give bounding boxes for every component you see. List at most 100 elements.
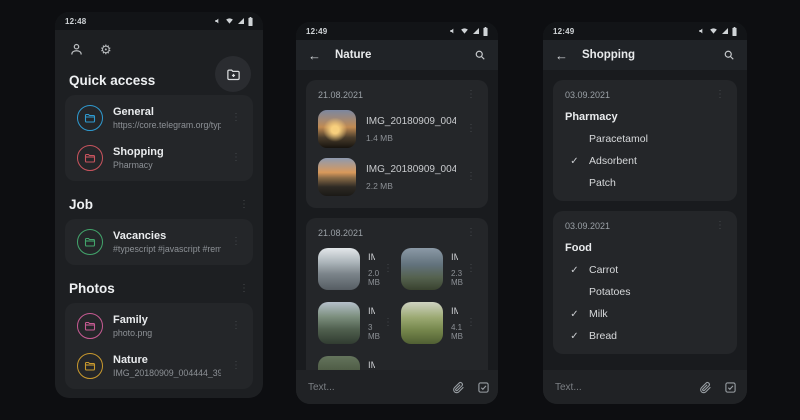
sound-icon — [450, 28, 454, 34]
section-header-photos: Photos ⋮ — [55, 281, 263, 296]
status-bar: 12:49 — [543, 22, 747, 40]
vertical-ellipsis-icon[interactable]: ⋮ — [466, 264, 476, 274]
thumbnail-bridge — [318, 248, 360, 290]
paperclip-icon[interactable] — [699, 381, 712, 394]
status-icons — [698, 26, 737, 36]
vertical-ellipsis-icon[interactable]: ⋮ — [383, 264, 393, 274]
folder-icon — [77, 229, 103, 255]
folder-row-general[interactable]: General https://core.telegram.org/type/W… — [65, 98, 253, 138]
app-bar: ← Nature — [296, 40, 498, 70]
checklist-item[interactable]: ✓ Carrot — [565, 264, 725, 276]
date-group-card: 21.08.2021 ⋮ IMG_20180909_004444_39... 1… — [306, 80, 488, 208]
status-bar: 12:49 — [296, 22, 498, 40]
file-name: IMG_20180909_004636_57... — [366, 163, 456, 175]
search-icon[interactable] — [723, 49, 735, 61]
vertical-ellipsis-icon[interactable]: ⋮ — [466, 172, 476, 182]
vertical-ellipsis-icon[interactable]: ⋮ — [239, 283, 249, 294]
text-input[interactable] — [555, 381, 687, 393]
quick-access-card: General https://core.telegram.org/type/W… — [65, 95, 253, 181]
file-row[interactable]: IMG_20180909_004636_57... 2.2 MB ⋮ — [318, 158, 476, 196]
folder-subtitle: Pharmacy — [113, 160, 153, 170]
checklist-label: Bread — [589, 330, 618, 342]
file-cell[interactable]: IMG_... 4.1 MB ⋮ — [401, 302, 476, 344]
vertical-ellipsis-icon[interactable]: ⋮ — [231, 237, 241, 247]
section-title: Photos — [69, 281, 115, 296]
cell-signal-icon — [473, 28, 479, 34]
phone-shopping: 12:49 ← Shopping 03.09.2021 ⋮ Pharmacy P… — [543, 22, 747, 404]
vertical-ellipsis-icon[interactable]: ⋮ — [231, 361, 241, 371]
folder-row-family[interactable]: Family photo.png ⋮ — [65, 306, 253, 346]
checklist-item[interactable]: Patch — [565, 177, 725, 189]
folder-name: Family — [113, 314, 148, 326]
vertical-ellipsis-icon[interactable]: ⋮ — [466, 228, 476, 238]
vertical-ellipsis-icon[interactable]: ⋮ — [231, 113, 241, 123]
folder-row-nature[interactable]: Nature IMG_20180909_004444_391.jpg ⋮ — [65, 346, 253, 386]
phone-home: 12:48 ⚙ Quick access ⋮ General — [55, 12, 263, 398]
create-folder-button[interactable] — [215, 56, 251, 92]
file-cell[interactable]: IMG_... 2.0 MB ⋮ — [318, 248, 393, 290]
checklist-item[interactable]: Paracetamol — [565, 133, 725, 145]
file-cell[interactable]: IMG_... 3 MB ⋮ — [318, 302, 393, 344]
note-card-food: 03.09.2021 ⋮ Food ✓ Carrot Potatoes ✓ Mi… — [553, 211, 737, 354]
date-label: 21.08.2021 — [318, 228, 364, 238]
checklist-label: Milk — [589, 308, 608, 320]
vertical-ellipsis-icon[interactable]: ⋮ — [715, 221, 725, 231]
shopping-content: 03.09.2021 ⋮ Pharmacy Paracetamol ✓ Adso… — [543, 70, 747, 404]
status-time: 12:49 — [306, 26, 328, 36]
date-label: 21.08.2021 — [318, 90, 364, 100]
check-icon: ✓ — [570, 264, 579, 276]
file-size: 4.1 MB — [451, 322, 463, 341]
vertical-ellipsis-icon[interactable]: ⋮ — [383, 318, 393, 328]
checklist-item[interactable]: ✓ Bread — [565, 330, 725, 342]
checklist-item[interactable]: Potatoes — [565, 286, 725, 298]
note-title: Food — [565, 242, 592, 254]
file-cell[interactable]: IMG_... 2.3 MB ⋮ — [401, 248, 476, 290]
folder-icon — [77, 313, 103, 339]
checked-square-icon[interactable] — [724, 381, 737, 394]
checklist-item[interactable]: ✓ Milk — [565, 308, 725, 320]
back-icon[interactable]: ← — [308, 48, 321, 63]
page-title: Shopping — [582, 49, 636, 61]
file-name: IMG_... — [368, 251, 375, 263]
back-icon[interactable]: ← — [555, 48, 568, 63]
file-row[interactable]: IMG_20180909_004444_39... 1.4 MB ⋮ — [318, 110, 476, 148]
phone-nature: 12:49 ← Nature 21.08.2021 ⋮ IMG_20180909… — [296, 22, 498, 404]
search-icon[interactable] — [474, 49, 486, 61]
vertical-ellipsis-icon[interactable]: ⋮ — [231, 321, 241, 331]
folder-name: General — [113, 106, 154, 118]
status-icons — [449, 26, 488, 36]
folder-row-vacancies[interactable]: Vacancies #typescript #javascript #remot… — [65, 222, 253, 262]
check-icon: ✓ — [570, 308, 579, 320]
person-icon[interactable] — [69, 42, 84, 57]
photos-card: Family photo.png ⋮ Nature IMG_20180909_0… — [65, 303, 253, 389]
vertical-ellipsis-icon[interactable]: ⋮ — [466, 124, 476, 134]
vertical-ellipsis-icon[interactable]: ⋮ — [239, 199, 249, 210]
text-input[interactable] — [308, 381, 440, 393]
folder-icon — [77, 105, 103, 131]
thumbnail-meadow — [401, 302, 443, 344]
folder-subtitle: https://core.telegram.org/type/WebP... — [113, 120, 221, 130]
checklist-label: Potatoes — [589, 286, 631, 298]
folder-row-shopping[interactable]: Shopping Pharmacy ⋮ — [65, 138, 253, 178]
file-size: 2.3 MB — [451, 268, 463, 287]
gear-icon[interactable]: ⚙ — [100, 43, 112, 56]
paperclip-icon[interactable] — [452, 381, 465, 394]
checklist-item[interactable]: ✓ Adsorbent — [565, 155, 725, 167]
file-size: 1.4 MB — [366, 132, 393, 143]
section-title: Job — [69, 197, 94, 212]
folder-subtitle: IMG_20180909_004444_391.jpg — [113, 368, 221, 378]
checked-square-icon[interactable] — [477, 381, 490, 394]
message-input-bar — [543, 370, 747, 404]
sound-icon — [699, 28, 703, 34]
vertical-ellipsis-icon[interactable]: ⋮ — [466, 90, 476, 100]
status-icons — [214, 16, 253, 26]
vertical-ellipsis-icon[interactable]: ⋮ — [466, 318, 476, 328]
vertical-ellipsis-icon[interactable]: ⋮ — [231, 153, 241, 163]
file-name: IMG_20180909_004444_39... — [366, 115, 456, 127]
file-name: IMG_... — [368, 359, 375, 371]
battery-icon — [248, 16, 253, 26]
check-icon: ✓ — [570, 330, 579, 342]
vertical-ellipsis-icon[interactable]: ⋮ — [715, 90, 725, 100]
wifi-icon — [226, 18, 233, 24]
file-name: IMG_... — [451, 305, 458, 317]
